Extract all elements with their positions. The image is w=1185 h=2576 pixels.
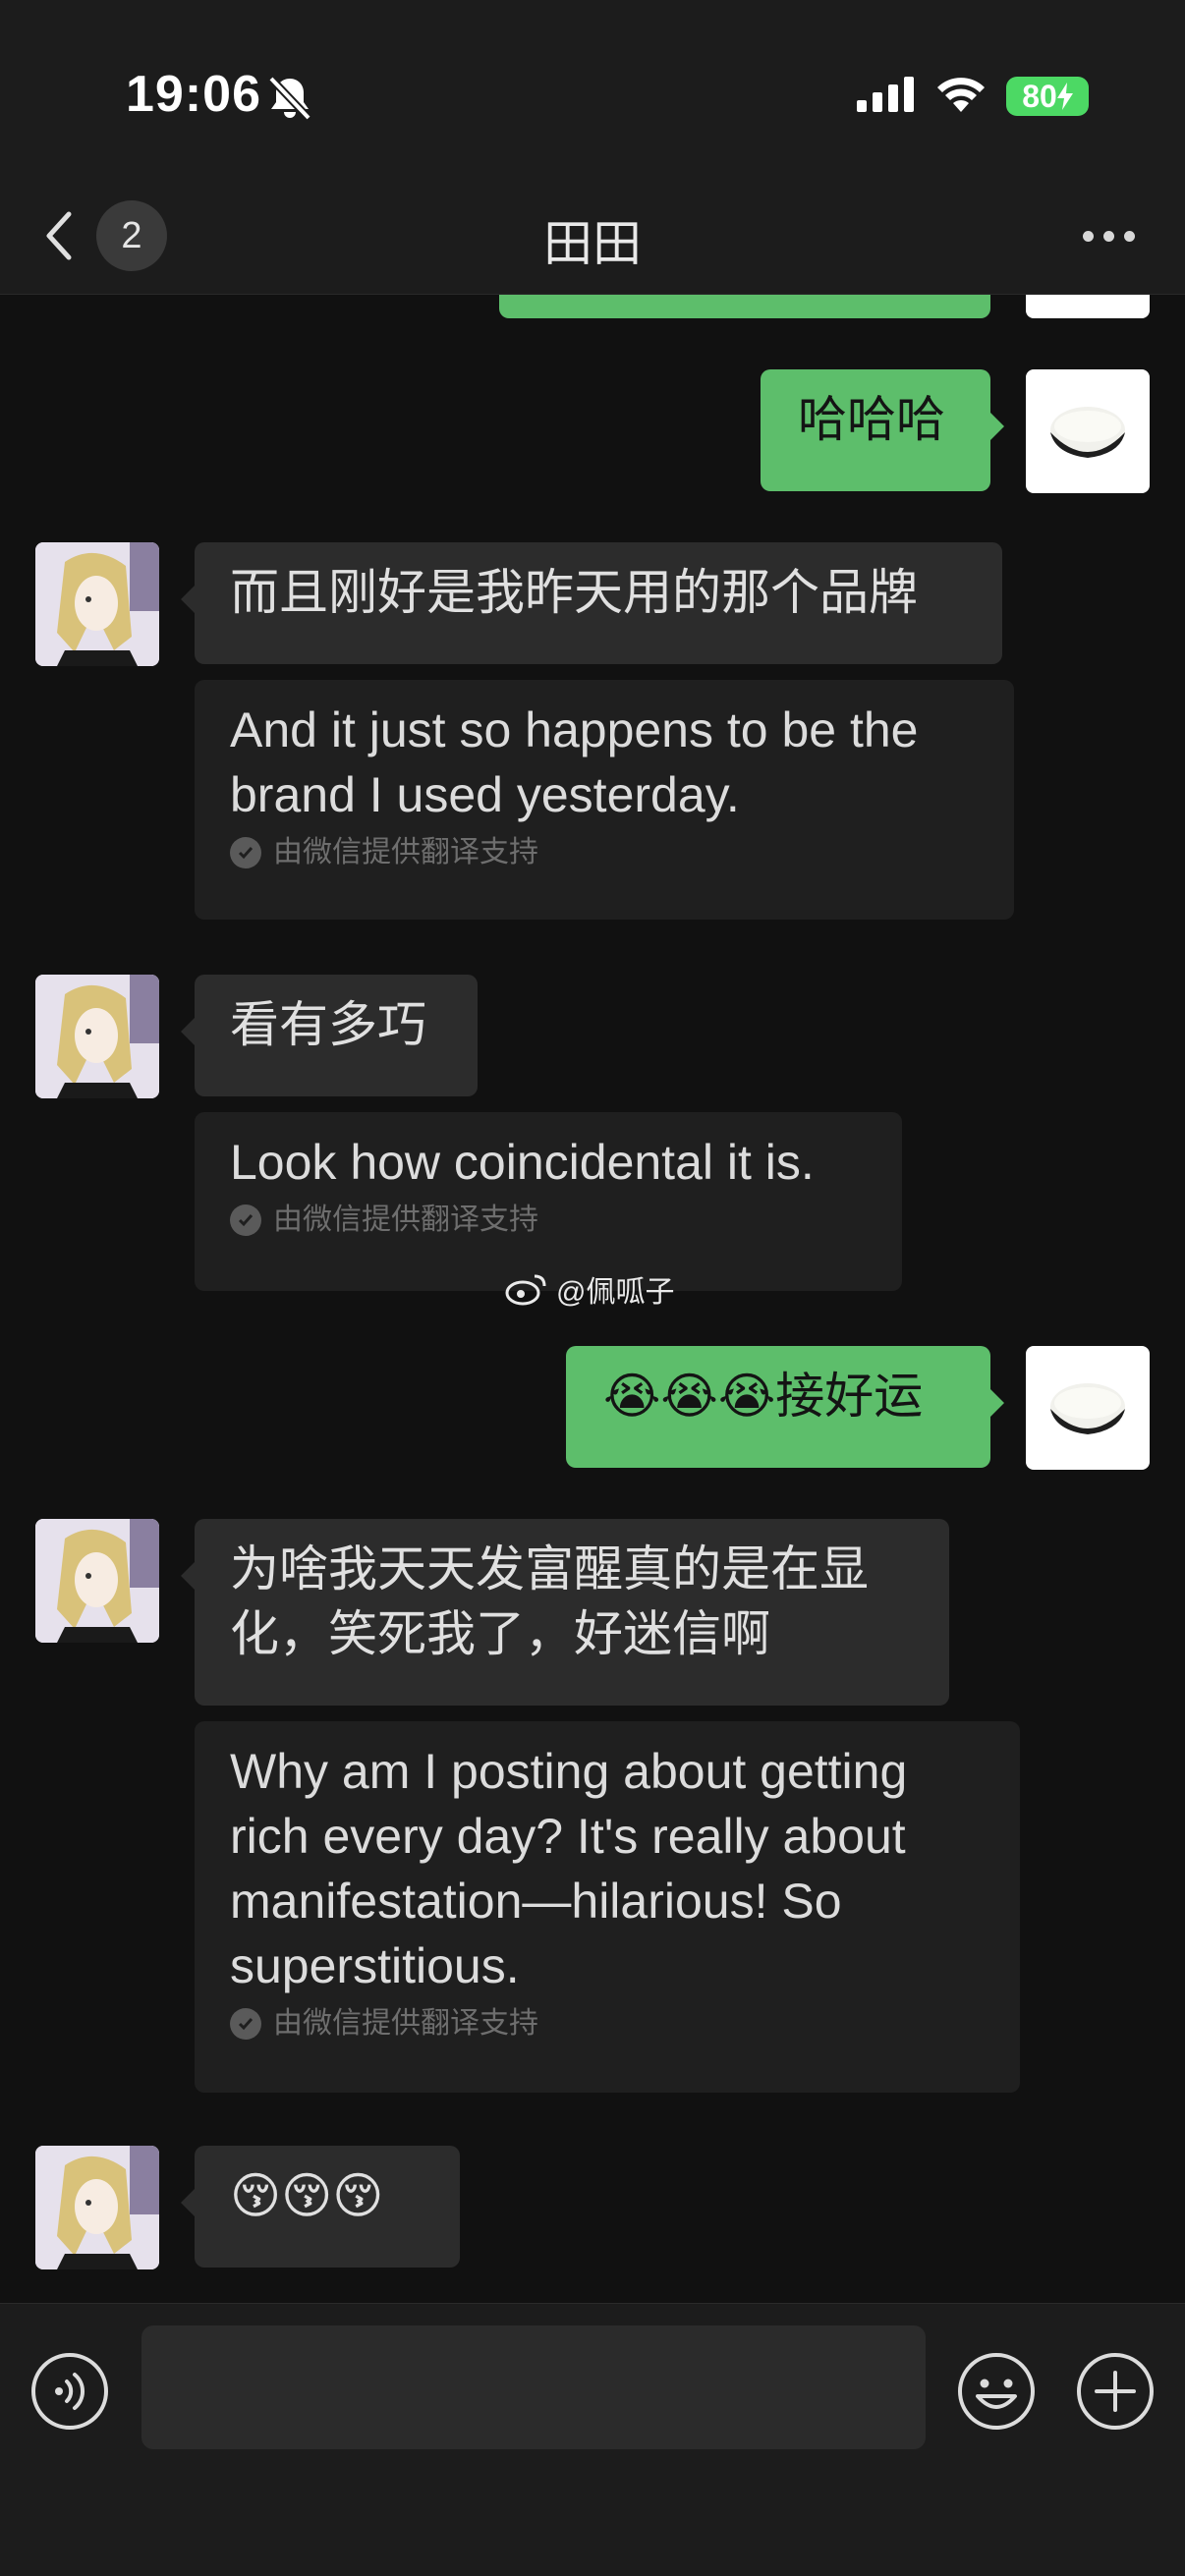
avatar-self[interactable] (1026, 1346, 1150, 1470)
message-bubble-incoming[interactable]: 看有多巧 (181, 975, 478, 1096)
avatar-friend[interactable] (35, 2146, 159, 2269)
chat-title: 田田 (543, 216, 642, 271)
anime-girl-avatar-icon (35, 1519, 159, 1643)
watermark: @佩呱子 (505, 1267, 674, 1311)
anime-girl-avatar-icon (35, 2146, 159, 2269)
chat-screen: 19:06 80 2 田田 哈哈哈 而且刚好是我昨天用的那个品牌 And it … (0, 0, 1185, 2576)
translation-text: And it just so happens to be the brand I… (230, 702, 919, 822)
mute-bell-icon (268, 76, 311, 121)
plus-circle-icon (1077, 2353, 1154, 2430)
translation-card[interactable]: Why am I posting about getting rich ever… (195, 1721, 1020, 2093)
translation-card[interactable]: Look how coincidental it is. 由微信提供翻译支持 (195, 1112, 902, 1291)
message-text: 而且刚好是我昨天用的那个品牌 (230, 565, 918, 620)
avatar-self[interactable] (1026, 369, 1150, 493)
watermark-text: @佩呱子 (556, 1276, 675, 1309)
anime-girl-avatar-icon (35, 975, 159, 1098)
translation-credit: 由微信提供翻译支持 (230, 833, 979, 872)
message-bubble-outgoing[interactable]: 😭😭😭接好运 (566, 1346, 1004, 1468)
avatar-friend[interactable] (35, 975, 159, 1098)
message-text: 😭😭😭接好运 (603, 1369, 924, 1424)
check-circle-icon (230, 2008, 261, 2040)
rice-bowl-avatar-icon (1050, 1383, 1125, 1434)
more-dot-icon (1102, 230, 1114, 242)
battery-indicator: 80 (1006, 77, 1089, 116)
more-functions-button[interactable] (1075, 2351, 1156, 2432)
check-circle-icon (230, 837, 261, 868)
status-bar: 19:06 80 (0, 0, 1185, 177)
more-dot-icon (1082, 230, 1094, 242)
more-options-button[interactable] (1059, 206, 1157, 265)
more-dot-icon (1123, 230, 1135, 242)
anime-girl-avatar-icon (35, 542, 159, 666)
smiley-icon (958, 2353, 1035, 2430)
translation-credit: 由微信提供翻译支持 (230, 1201, 867, 1240)
status-icons: 80 (857, 73, 1089, 120)
translation-credit-text: 由微信提供翻译支持 (273, 836, 538, 868)
voice-icon (31, 2353, 108, 2430)
message-text: 哈哈哈 (798, 392, 945, 447)
message-bubble-outgoing[interactable]: 哈哈哈 (761, 369, 1004, 491)
translation-credit: 由微信提供翻译支持 (230, 2004, 985, 2044)
message-bubble-incoming[interactable]: 😚😚😚 (181, 2146, 460, 2268)
avatar-friend[interactable] (35, 542, 159, 666)
check-circle-icon (230, 1204, 261, 1236)
translation-credit-text: 由微信提供翻译支持 (273, 1204, 538, 1236)
nav-bar: 2 田田 (0, 177, 1185, 295)
battery-level: 80 (1022, 78, 1057, 114)
weibo-logo-icon (505, 1274, 546, 1306)
avatar-friend[interactable] (35, 1519, 159, 1643)
translation-credit-text: 由微信提供翻译支持 (273, 2007, 538, 2040)
message-text: 为啥我天天发富醒真的是在显化，笑死我了，好迷信啊 (230, 1541, 869, 1661)
message-bubble-incoming[interactable]: 为啥我天天发富醒真的是在显化，笑死我了，好迷信啊 (181, 1519, 949, 1706)
voice-input-button[interactable] (29, 2351, 110, 2432)
input-bar (0, 2303, 1185, 2576)
message-input[interactable] (141, 2325, 926, 2449)
message-bubble-incoming[interactable]: 而且刚好是我昨天用的那个品牌 (181, 542, 1002, 664)
translation-text: Why am I posting about getting rich ever… (230, 1744, 908, 1993)
message-text: 😚😚😚 (230, 2168, 384, 2223)
translation-card[interactable]: And it just so happens to be the brand I… (195, 680, 1014, 920)
charging-bolt-icon (1056, 83, 1073, 110)
rice-bowl-avatar-icon (1050, 407, 1125, 458)
emoji-button[interactable] (956, 2351, 1037, 2432)
wifi-icon (937, 78, 985, 112)
status-time: 19:06 (126, 66, 261, 123)
cellular-signal-icon (857, 77, 914, 112)
message-text: 看有多巧 (230, 997, 426, 1052)
translation-text: Look how coincidental it is. (230, 1135, 815, 1190)
